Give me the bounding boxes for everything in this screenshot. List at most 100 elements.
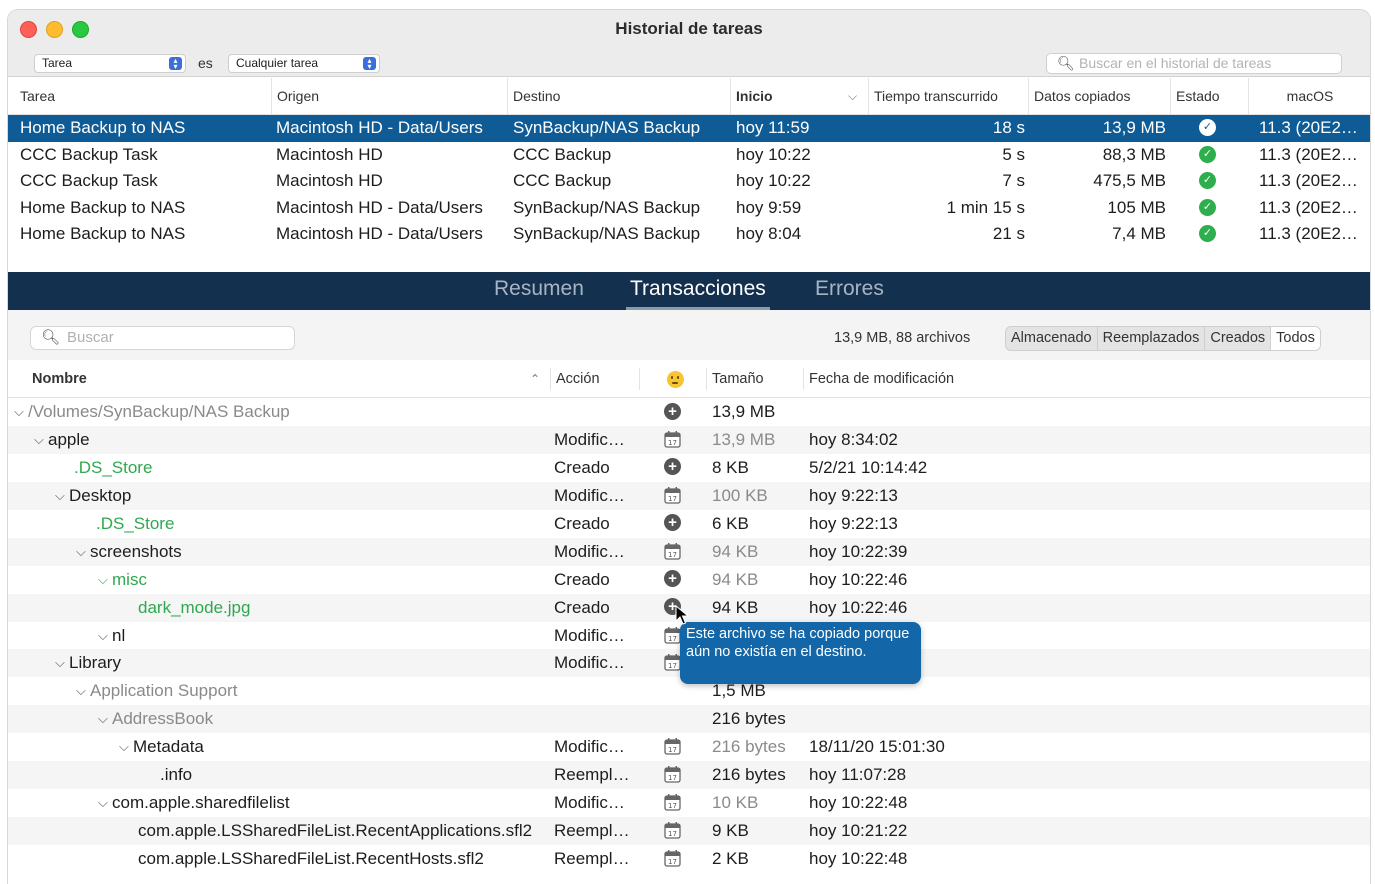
filter-creados[interactable]: Creados	[1205, 327, 1272, 350]
transaction-row[interactable]: ⌵ screenshots Modific… 17 94 KB hoy 10:22…	[8, 537, 1370, 566]
created-plus-icon[interactable]: +	[664, 398, 681, 426]
task-row[interactable]: CCC Backup Task Macintosh HD CCC Backup …	[8, 142, 1370, 169]
disclosure-open-icon[interactable]: ⌵	[14, 398, 28, 426]
transaction-row[interactable]: ⌵/Volumes/SynBackup/NAS Backup + 13,9 MB	[8, 398, 1370, 426]
modified-calendar-icon[interactable]: 17	[664, 845, 681, 873]
task-origin: Macintosh HD - Data/Users	[276, 118, 483, 137]
history-search-input[interactable]: 🔍︎ Buscar en el historial de tareas	[1046, 53, 1342, 74]
modified-calendar-icon[interactable]: 17	[664, 482, 681, 510]
transaction-row[interactable]: ⌵ misc Creado + 94 KB hoy 10:22:46	[8, 566, 1370, 594]
task-name: Home Backup to NAS	[20, 197, 186, 217]
modified-calendar-icon[interactable]: 17	[664, 789, 681, 817]
filter-field-select[interactable]: Tarea ▴ ▾	[34, 54, 186, 73]
task-data-copied: 13,9 MB	[1102, 118, 1166, 137]
column-header-macos[interactable]: macOS	[1248, 78, 1366, 115]
transaction-row[interactable]: ⌵ AddressBook 216 bytes	[8, 705, 1370, 734]
item-action: Creado	[554, 569, 610, 589]
task-name: Home Backup to NAS	[20, 224, 186, 244]
created-plus-icon[interactable]: +	[664, 454, 681, 482]
column-header-inicio[interactable]: Inicio	[730, 78, 773, 115]
disclosure-open-icon[interactable]: ⌵	[98, 622, 112, 650]
column-header-origen[interactable]: Origen	[271, 78, 319, 115]
zoom-button[interactable]	[72, 21, 89, 38]
task-macos: 11.3 (20E2…	[1259, 224, 1358, 244]
transaction-row[interactable]: .DS_Store Creado + 8 KB 5/2/21 10:14:42	[8, 454, 1370, 482]
disclosure-open-icon[interactable]: ⌵	[76, 677, 90, 705]
svg-text:17: 17	[668, 635, 677, 643]
item-date: hoy 10:21:22	[809, 821, 908, 841]
modified-calendar-icon[interactable]: 17	[664, 426, 681, 454]
filter-todos[interactable]: Todos	[1271, 327, 1320, 350]
task-data-copied: 105 MB	[1107, 197, 1166, 217]
svg-text:17: 17	[668, 858, 677, 866]
task-row[interactable]: Home Backup to NAS Macintosh HD - Data/U…	[8, 115, 1370, 142]
disclosure-open-icon[interactable]: ⌵	[34, 426, 48, 454]
disclosure-open-icon[interactable]: ⌵	[76, 538, 90, 566]
svg-text:17: 17	[668, 495, 677, 503]
filter-value-select[interactable]: Cualquier tarea ▴ ▾	[228, 54, 380, 73]
column-header-status-emoji[interactable]	[639, 368, 705, 390]
transactions-search-input[interactable]: 🔍︎ Buscar	[30, 326, 295, 350]
task-elapsed: 5 s	[1002, 144, 1025, 164]
item-action: Modific…	[554, 541, 625, 561]
transaction-row[interactable]: .info Reempl… 17 216 bytes hoy 11:07:28	[8, 761, 1370, 790]
column-header-estado[interactable]: Estado	[1170, 78, 1220, 115]
modified-calendar-icon[interactable]: 17	[664, 761, 681, 789]
transaction-row[interactable]: dark_mode.jpg Creado + 94 KB hoy 10:22:4…	[8, 593, 1370, 622]
tab-resumen[interactable]: Resumen	[490, 272, 588, 310]
filter-almacenado[interactable]: Almacenado	[1006, 327, 1098, 350]
disclosure-open-icon[interactable]: ⌵	[55, 649, 69, 677]
minimize-button[interactable]	[46, 21, 63, 38]
item-size: 94 KB	[712, 541, 759, 561]
disclosure-open-icon[interactable]: ⌵	[119, 733, 133, 761]
transaction-row[interactable]: ⌵ Desktop Modific… 17 100 KB hoy 9:22:13	[8, 481, 1370, 510]
transaction-row[interactable]: ⌵ com.apple.sharedfilelist Modific… 17 10…	[8, 789, 1370, 817]
column-header-accion[interactable]: Acción	[550, 368, 600, 390]
transaction-row[interactable]: .DS_Store Creado + 6 KB hoy 9:22:13	[8, 510, 1370, 538]
filter-reemplazados[interactable]: Reemplazados	[1098, 327, 1206, 350]
item-date: hoy 10:22:39	[809, 541, 908, 561]
modified-calendar-icon[interactable]: 17	[664, 538, 681, 566]
item-action: Modific…	[554, 429, 625, 449]
task-elapsed: 1 min 15 s	[946, 197, 1025, 217]
task-macos: 11.3 (20E2…	[1259, 144, 1358, 164]
created-plus-icon[interactable]: +	[664, 510, 681, 538]
column-header-datos[interactable]: Datos copiados	[1028, 78, 1131, 115]
transaction-row[interactable]: com.apple.LSSharedFileList.RecentApplica…	[8, 817, 1370, 845]
disclosure-open-icon[interactable]: ⌵	[55, 482, 69, 510]
item-date: hoy 10:22:46	[809, 569, 908, 589]
item-name: Metadata	[133, 737, 204, 757]
disclosure-open-icon[interactable]: ⌵	[98, 566, 112, 594]
task-row[interactable]: Home Backup to NAS Macintosh HD - Data/U…	[8, 195, 1370, 222]
tree-item: ⌵/Volumes/SynBackup/NAS Backup	[14, 398, 290, 427]
column-header-tarea[interactable]: Tarea	[20, 78, 55, 115]
modified-calendar-icon[interactable]: 17	[664, 622, 681, 650]
window-controls	[20, 21, 89, 38]
disclosure-open-icon[interactable]: ⌵	[98, 705, 112, 733]
task-row[interactable]: CCC Backup Task Macintosh HD CCC Backup …	[8, 168, 1370, 195]
disclosure-open-icon[interactable]: ⌵	[98, 789, 112, 817]
task-destination: CCC Backup	[513, 144, 612, 164]
filter-bar: Tarea ▴ ▾ es Cualquier tarea ▴ ▾ 🔍︎ Buscar…	[8, 50, 1370, 77]
column-header-destino[interactable]: Destino	[507, 78, 560, 115]
created-plus-icon[interactable]: +	[664, 566, 681, 594]
transaction-row[interactable]: ⌵ apple Modific… 17 13,9 MB hoy 8:34:02	[8, 425, 1370, 454]
svg-text:17: 17	[668, 439, 677, 447]
modified-calendar-icon[interactable]: 17	[664, 817, 681, 845]
tree-item: ⌵ Metadata	[119, 733, 204, 762]
task-history-window: Historial de tareas Tarea ▴ ▾ es Cualquie…	[8, 10, 1370, 884]
column-header-nombre[interactable]: Nombre	[32, 360, 87, 398]
item-name: apple	[48, 429, 90, 449]
modified-calendar-icon[interactable]: 17	[664, 649, 681, 677]
column-header-fecha[interactable]: Fecha de modificación	[803, 368, 954, 390]
tab-errores[interactable]: Errores	[811, 272, 888, 310]
column-header-tamano[interactable]: Tamaño	[706, 368, 764, 390]
close-button[interactable]	[20, 21, 37, 38]
transaction-row[interactable]: com.apple.LSSharedFileList.RecentHosts.s…	[8, 845, 1370, 873]
tab-transacciones[interactable]: Transacciones	[626, 272, 770, 310]
transaction-row[interactable]: ⌵ Metadata Modific… 17 216 bytes 18/11/20…	[8, 733, 1370, 761]
item-size: 13,9 MB	[712, 402, 776, 421]
task-row[interactable]: Home Backup to NAS Macintosh HD - Data/U…	[8, 221, 1370, 248]
column-header-tiempo[interactable]: Tiempo transcurrido	[868, 78, 998, 115]
modified-calendar-icon[interactable]: 17	[664, 733, 681, 761]
